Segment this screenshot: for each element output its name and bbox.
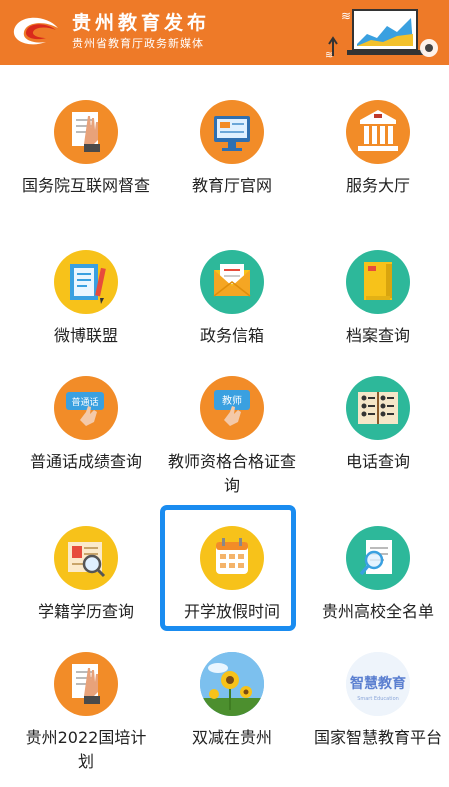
tile-label: 政务信箱: [199, 326, 264, 345]
tile-shuangjian[interactable]: 双减在贵州: [162, 652, 302, 750]
logo-subtext: Smart Education: [357, 696, 399, 702]
notebook-pencil-icon: [54, 250, 118, 314]
tile-jiaoshi-zige[interactable]: 教师 教师资格合格证查询: [162, 376, 302, 498]
tile-xueji-xueli[interactable]: 学籍学历查询: [16, 526, 156, 624]
tile-label: 贵州高校全名单: [321, 602, 434, 621]
tile-label: 教师资格合格证查询: [168, 452, 297, 495]
sunflower-photo-icon: [200, 652, 264, 716]
svg-text:≋: ≋: [341, 9, 351, 23]
speech-hand-icon: 普通话: [54, 376, 118, 440]
phone-book-icon: [346, 376, 410, 440]
tile-gaoxiao-mingdan[interactable]: 贵州高校全名单: [308, 526, 448, 624]
teacher-sign-icon: 教师: [200, 376, 264, 440]
tile-label: 档案查询: [345, 326, 410, 345]
monitor-icon: [200, 100, 264, 164]
banner-subtitle: 贵州省教育厅政务新媒体: [72, 37, 204, 50]
tile-label: 国务院互联网督查: [22, 176, 151, 195]
tile-label: 贵州2022国培计划: [25, 728, 147, 771]
tile-zhengwu-xinxiang[interactable]: 政务信箱: [162, 250, 302, 348]
logo-text: 智慧教育: [349, 675, 406, 692]
badge-text: 普通话: [71, 396, 98, 408]
laptop-chart-illustration-icon: ≋ ≋: [325, 9, 438, 61]
tile-dianhua-chaxun[interactable]: 电话查询: [308, 376, 448, 474]
header-banner: 贵州教育发布 贵州省教育厅政务新媒体 ≋ ≋: [0, 0, 449, 65]
bank-building-icon: [346, 100, 410, 164]
tile-label: 微博联盟: [53, 326, 118, 345]
tile-label: 电话查询: [345, 452, 410, 471]
envelope-icon: [200, 250, 264, 314]
tile-putonghua-chengji[interactable]: 普通话 普通话成绩查询: [16, 376, 156, 474]
folder-file-icon: [346, 250, 410, 314]
tile-guowuyuan-duzha[interactable]: 国务院互联网督查: [16, 100, 156, 198]
tile-label: 双减在贵州: [191, 728, 272, 747]
tile-fuwu-dating[interactable]: 服务大厅: [308, 100, 448, 198]
hand-document-icon: [54, 652, 118, 716]
tile-dangan-chaxun[interactable]: 档案查询: [308, 250, 448, 348]
document-magnifier-icon: [346, 526, 410, 590]
tile-guopei-jihua[interactable]: 贵州2022国培计划: [16, 652, 156, 774]
brush-swoosh-logo-icon: [13, 17, 58, 45]
tile-zhihui-jiaoyu[interactable]: 智慧教育 Smart Education 国家智慧教育平台: [308, 652, 448, 750]
selected-tile-highlight: [160, 505, 296, 631]
tile-label: 国家智慧教育平台: [314, 728, 443, 747]
banner-title: 贵州教育发布: [72, 12, 211, 34]
tile-label: 学籍学历查询: [37, 602, 134, 621]
badge-text: 教师: [222, 394, 242, 407]
tile-label: 服务大厅: [345, 176, 410, 195]
tile-weibo-lianmeng[interactable]: 微博联盟: [16, 250, 156, 348]
smart-education-logo-icon: 智慧教育 Smart Education: [346, 652, 410, 716]
tile-jiaoyuting-guanwang[interactable]: 教育厅官网: [162, 100, 302, 198]
tile-label: 教育厅官网: [191, 176, 272, 195]
certificate-magnifier-icon: [54, 526, 118, 590]
tile-label: 普通话成绩查询: [29, 452, 142, 471]
hand-document-icon: [54, 100, 118, 164]
